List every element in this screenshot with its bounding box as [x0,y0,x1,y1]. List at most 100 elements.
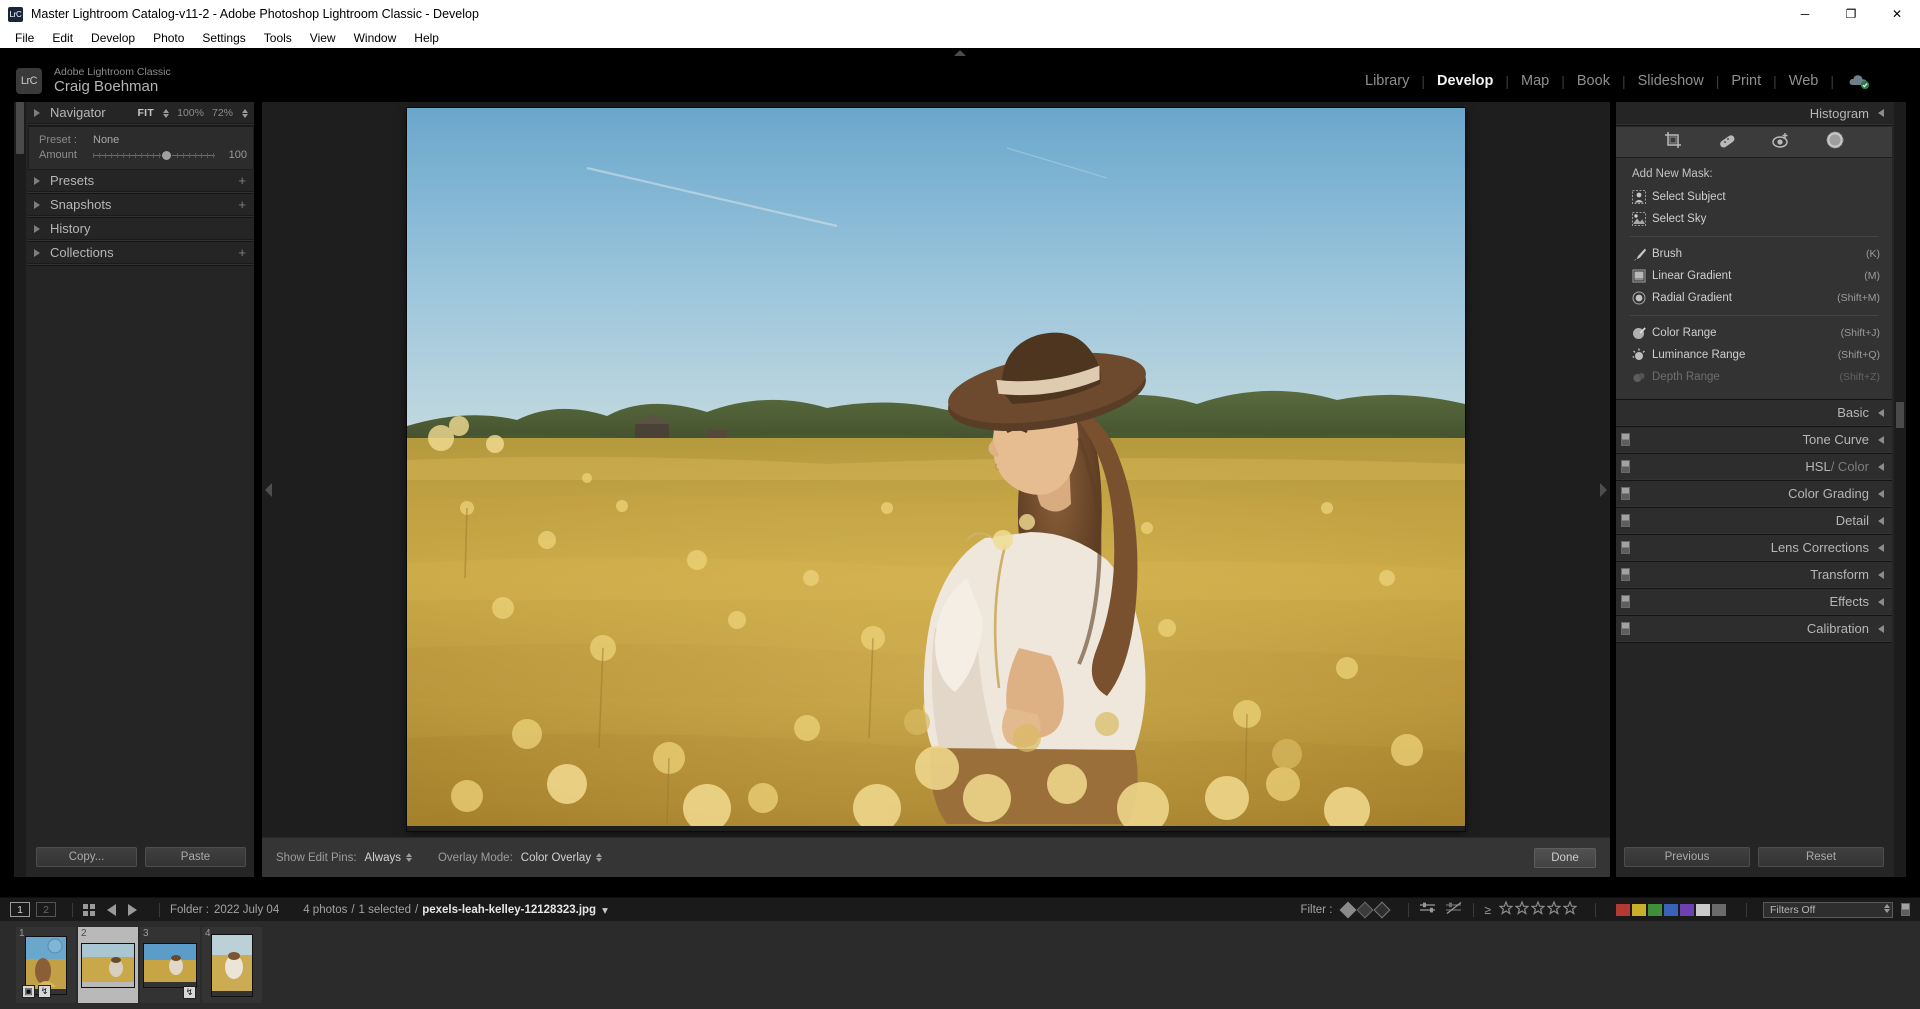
filmstrip-thumb-1[interactable]: 1 ▣ ↯ [16,927,76,1003]
overlay-mode-control[interactable]: Overlay Mode: Color Overlay [438,852,603,864]
module-web[interactable]: Web [1777,73,1831,89]
color-label-blue[interactable] [1664,903,1678,916]
maximize-button[interactable]: ❐ [1828,0,1874,28]
add-preset-icon[interactable]: + [238,173,246,188]
grid-view-icon[interactable] [83,903,95,916]
sidebar-item-snapshots[interactable]: Snapshots + [28,194,254,216]
minimize-button[interactable]: ─ [1782,0,1828,28]
identity-plate[interactable]: Adobe Lightroom Classic Craig Boehman [54,66,171,95]
unedited-filter-icon[interactable] [1445,901,1463,918]
module-print[interactable]: Print [1719,73,1773,89]
section-toggle-switch[interactable] [1621,460,1630,473]
section-toggle-switch[interactable] [1621,487,1630,500]
module-book[interactable]: Book [1565,73,1622,89]
zoom-fit-label[interactable]: FIT [137,107,154,119]
zoom-level-stepper-icon[interactable] [242,108,248,118]
scrollbar-thumb[interactable] [1896,402,1904,428]
mask-radial-gradient[interactable]: Radial Gradient (Shift+M) [1616,287,1892,309]
mask-luminance-range[interactable]: Luminance Range (Shift+Q) [1616,344,1892,366]
overlay-mode-value[interactable]: Color Overlay [521,852,591,864]
section-toggle-switch[interactable] [1621,433,1630,446]
menu-view[interactable]: View [301,30,345,46]
section-toggle-switch[interactable] [1621,514,1630,527]
menu-settings[interactable]: Settings [193,30,254,46]
star-4-icon[interactable] [1546,900,1562,918]
section-toggle-switch[interactable] [1621,595,1630,608]
section-transform[interactable]: Transform [1616,562,1892,587]
menu-file[interactable]: File [6,30,43,46]
add-collection-icon[interactable]: + [238,245,246,260]
done-button[interactable]: Done [1534,847,1596,868]
close-button[interactable]: ✕ [1874,0,1920,28]
flag-picked-icon[interactable] [1339,901,1357,918]
cloud-sync-icon[interactable] [1848,72,1870,90]
crop-icon[interactable] [1663,130,1683,155]
color-label-red[interactable] [1616,903,1630,916]
star-3-icon[interactable] [1530,900,1546,918]
color-label-yellow[interactable] [1632,903,1646,916]
redeye-icon[interactable] [1771,130,1791,155]
photo-preview[interactable] [407,108,1465,834]
module-map[interactable]: Map [1509,73,1561,89]
right-panel-scrollbar[interactable] [1894,102,1906,877]
section-color-grading[interactable]: Color Grading [1616,481,1892,506]
color-label-none[interactable] [1712,903,1726,916]
filters-dropdown[interactable]: Filters Off [1763,901,1893,918]
star-2-icon[interactable] [1514,900,1530,918]
section-tone-curve[interactable]: Tone Curve [1616,427,1892,452]
top-panel-collapse-strip[interactable] [0,48,1920,60]
sidebar-item-presets[interactable]: Presets + [28,170,254,192]
color-label-white[interactable] [1696,903,1710,916]
paste-button[interactable]: Paste [145,847,246,867]
add-snapshot-icon[interactable]: + [238,197,246,212]
amount-slider[interactable] [93,150,215,161]
previous-photo-icon[interactable] [107,903,116,916]
section-toggle-switch[interactable] [1621,541,1630,554]
image-canvas[interactable] [262,102,1610,837]
rating-gte-icon[interactable]: ≥ [1484,903,1491,917]
sidebar-item-collections[interactable]: Collections + [28,242,254,264]
menu-edit[interactable]: Edit [43,30,82,46]
healing-icon[interactable] [1717,130,1737,155]
menu-window[interactable]: Window [345,30,406,46]
show-edit-pins-value[interactable]: Always [365,852,401,864]
mask-select-subject[interactable]: Select Subject [1616,186,1892,208]
filmstrip-thumb-2[interactable]: 2 [78,927,138,1003]
preset-value[interactable]: None [93,134,119,146]
show-edit-pins-stepper-icon[interactable] [405,853,412,862]
copy-button[interactable]: Copy... [36,847,137,867]
menu-photo[interactable]: Photo [144,30,193,46]
module-develop[interactable]: Develop [1425,73,1505,89]
flag-unflagged-icon[interactable] [1356,901,1374,918]
section-lens-corrections[interactable]: Lens Corrections [1616,535,1892,560]
module-library[interactable]: Library [1353,73,1421,89]
menu-help[interactable]: Help [405,30,448,46]
flag-rejected-icon[interactable] [1373,901,1391,918]
filmstrip-thumb-4[interactable]: 4 [202,927,262,1003]
reset-button[interactable]: Reset [1758,847,1884,867]
filmstrip-thumb-3[interactable]: 3 ↯ [140,927,200,1003]
sidebar-item-history[interactable]: History [28,218,254,240]
mask-brush[interactable]: Brush (K) [1616,243,1892,265]
overlay-mode-stepper-icon[interactable] [596,853,603,862]
section-hsl-color[interactable]: HSL / Color [1616,454,1892,479]
section-calibration[interactable]: Calibration [1616,616,1892,641]
zoom-100-label[interactable]: 100% [177,107,204,119]
show-edit-pins-control[interactable]: Show Edit Pins: Always [276,852,412,864]
screen-2-button[interactable]: 2 [36,902,56,917]
scrollbar-thumb[interactable] [16,102,24,154]
masking-icon[interactable] [1825,130,1845,155]
section-toggle-switch[interactable] [1621,568,1630,581]
histogram-header[interactable]: Histogram [1616,102,1892,124]
slider-knob[interactable] [161,150,173,161]
filters-stepper-icon[interactable] [1884,903,1890,913]
star-5-icon[interactable] [1562,900,1578,918]
menu-tools[interactable]: Tools [255,30,301,46]
next-photo-icon[interactable] [128,903,137,916]
section-toggle-switch[interactable] [1621,622,1630,635]
navigator-header[interactable]: Navigator FIT 100% 72% [28,102,254,124]
star-1-icon[interactable] [1498,900,1514,918]
filter-enable-switch[interactable] [1901,903,1910,916]
menu-develop[interactable]: Develop [82,30,144,46]
edited-filter-icon[interactable] [1419,901,1437,918]
